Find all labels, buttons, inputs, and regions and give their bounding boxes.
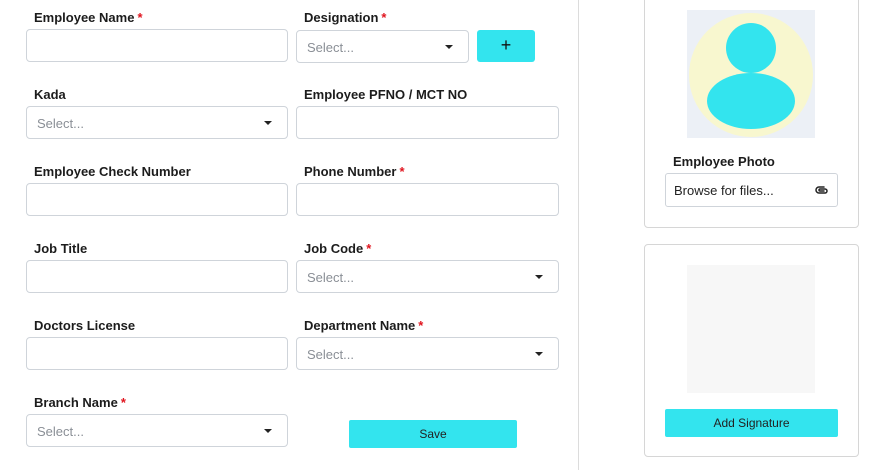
kada-select[interactable]: Select...	[26, 106, 288, 139]
chevron-down-icon	[535, 352, 543, 356]
photo-file-input[interactable]: Browse for files...	[665, 173, 838, 207]
kada-placeholder: Select...	[37, 116, 84, 131]
designation-select[interactable]: Select...	[296, 30, 469, 63]
phone-label: Phone Number *	[304, 164, 405, 179]
branch-label: Branch Name *	[34, 395, 126, 410]
add-designation-button[interactable]: +	[477, 30, 535, 62]
chevron-down-icon	[445, 45, 453, 49]
job-title-input[interactable]	[26, 260, 288, 293]
department-placeholder: Select...	[307, 347, 354, 362]
chevron-down-icon	[264, 429, 272, 433]
job-code-select[interactable]: Select...	[296, 260, 559, 293]
phone-input[interactable]	[296, 183, 559, 216]
check-number-input[interactable]	[26, 183, 288, 216]
job-code-label: Job Code *	[304, 241, 372, 256]
chevron-down-icon	[535, 275, 543, 279]
department-label: Department Name *	[304, 318, 424, 333]
branch-select[interactable]: Select...	[26, 414, 288, 447]
browse-text: Browse for files...	[674, 183, 774, 198]
kada-label: Kada	[34, 87, 66, 102]
employee-photo-label: Employee Photo	[673, 154, 775, 169]
photo-preview	[687, 10, 815, 138]
employee-name-input[interactable]	[26, 29, 288, 62]
branch-placeholder: Select...	[37, 424, 84, 439]
user-avatar-icon	[689, 13, 813, 137]
pfno-input[interactable]	[296, 106, 559, 139]
job-code-placeholder: Select...	[307, 270, 354, 285]
pfno-label: Employee PFNO / MCT NO	[304, 87, 468, 102]
signature-preview	[687, 265, 815, 393]
check-number-label: Employee Check Number	[34, 164, 191, 179]
save-button[interactable]: Save	[349, 420, 517, 448]
designation-label: Designation *	[304, 10, 387, 25]
doctors-license-input[interactable]	[26, 337, 288, 370]
doctors-license-label: Doctors License	[34, 318, 136, 333]
department-select[interactable]: Select...	[296, 337, 559, 370]
employee-name-label: Employee Name *	[34, 10, 143, 25]
designation-placeholder: Select...	[307, 40, 354, 55]
paperclip-icon	[815, 184, 829, 199]
chevron-down-icon	[264, 121, 272, 125]
job-title-label: Job Title	[34, 241, 88, 256]
add-signature-button[interactable]: Add Signature	[665, 409, 838, 437]
